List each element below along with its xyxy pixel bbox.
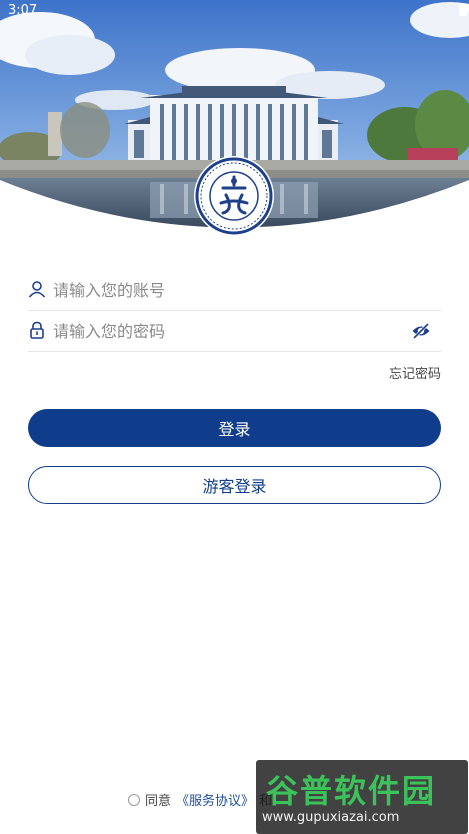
lock-icon — [30, 321, 44, 339]
status-time: 3:07 — [8, 3, 38, 18]
status-bar: 3:07 — [0, 0, 469, 22]
agreement-prefix: 同意 — [145, 794, 172, 809]
user-icon — [28, 281, 46, 298]
service-agreement-link[interactable]: 《服务协议》 — [176, 790, 254, 809]
password-input[interactable] — [51, 317, 405, 345]
watermark: 谷普软件园 www.gupuxiazai.com — [256, 760, 468, 834]
battery-icon — [459, 3, 467, 16]
school-logo — [194, 156, 274, 236]
account-field — [28, 270, 441, 311]
account-input[interactable] — [51, 276, 405, 304]
watermark-url: www.gupuxiazai.com — [262, 810, 400, 825]
watermark-title: 谷普软件园 — [266, 772, 437, 810]
eye-off-icon[interactable] — [411, 321, 431, 341]
forgot-password-link[interactable]: 忘记密码 — [389, 363, 441, 382]
password-field — [28, 311, 441, 352]
agreement-radio[interactable] — [128, 793, 140, 806]
login-button[interactable]: 登录 — [28, 409, 441, 447]
agreement-row: 同意 《服务协议》 和 — [128, 790, 272, 809]
guest-login-button[interactable]: 游客登录 — [28, 466, 441, 504]
